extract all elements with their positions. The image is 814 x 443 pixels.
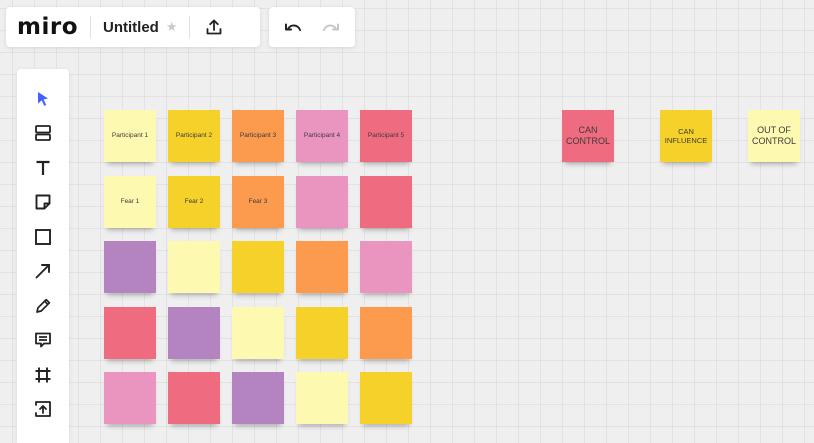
sticky-note[interactable] — [360, 372, 412, 424]
board-name[interactable]: Untitled — [103, 19, 159, 36]
divider — [90, 16, 91, 38]
sticky-note[interactable] — [296, 176, 348, 228]
miro-logo[interactable]: miro — [17, 14, 78, 40]
pen-icon[interactable] — [31, 294, 55, 318]
templates-icon[interactable] — [31, 121, 55, 145]
divider — [189, 16, 191, 38]
sticky-note-icon[interactable] — [31, 190, 55, 214]
sticky-note[interactable] — [232, 307, 284, 359]
sticky-note[interactable]: Fear 1 — [104, 176, 156, 228]
sticky-note[interactable]: Fear 2 — [168, 176, 220, 228]
sticky-note[interactable] — [168, 307, 220, 359]
sticky-note[interactable] — [104, 241, 156, 293]
sticky-note-participant-4[interactable]: Participant 4 — [296, 110, 348, 162]
undo-redo-bar — [269, 7, 355, 47]
sticky-note[interactable] — [360, 176, 412, 228]
board-header: miro Untitled ★ — [6, 7, 260, 47]
sticky-note-participant-1[interactable]: Participant 1 — [104, 110, 156, 162]
sticky-note[interactable] — [168, 241, 220, 293]
redo-icon[interactable] — [319, 15, 343, 39]
share-upload-icon[interactable] — [202, 15, 226, 39]
shape-icon[interactable] — [31, 225, 55, 249]
sticky-note-out-of-control[interactable]: OUT OF CONTROL — [748, 110, 800, 162]
sticky-note-participant-5[interactable]: Participant 5 — [360, 110, 412, 162]
connection-line-icon[interactable] — [31, 259, 55, 283]
frame-icon[interactable] — [31, 363, 55, 387]
left-toolbar — [17, 69, 69, 443]
comment-icon[interactable] — [31, 328, 55, 352]
sticky-note[interactable] — [232, 372, 284, 424]
sticky-note-can-influence[interactable]: CAN INFLUENCE — [660, 110, 712, 162]
sticky-note[interactable] — [296, 372, 348, 424]
sticky-note[interactable] — [360, 241, 412, 293]
sticky-note-participant-2[interactable]: Participant 2 — [168, 110, 220, 162]
sticky-note-can-control[interactable]: CAN CONTROL — [562, 110, 614, 162]
sticky-note[interactable] — [296, 307, 348, 359]
sticky-note[interactable]: Fear 3 — [232, 176, 284, 228]
star-icon[interactable]: ★ — [166, 19, 178, 35]
text-tool-icon[interactable] — [31, 156, 55, 180]
select-cursor-icon[interactable] — [31, 87, 55, 111]
sticky-note[interactable] — [168, 372, 220, 424]
sticky-note[interactable] — [232, 241, 284, 293]
sticky-note[interactable] — [104, 307, 156, 359]
sticky-note[interactable] — [360, 307, 412, 359]
upload-icon[interactable] — [31, 397, 55, 421]
sticky-note-participant-3[interactable]: Participant 3 — [232, 110, 284, 162]
sticky-note[interactable] — [104, 372, 156, 424]
sticky-note[interactable] — [296, 241, 348, 293]
undo-icon[interactable] — [281, 15, 305, 39]
